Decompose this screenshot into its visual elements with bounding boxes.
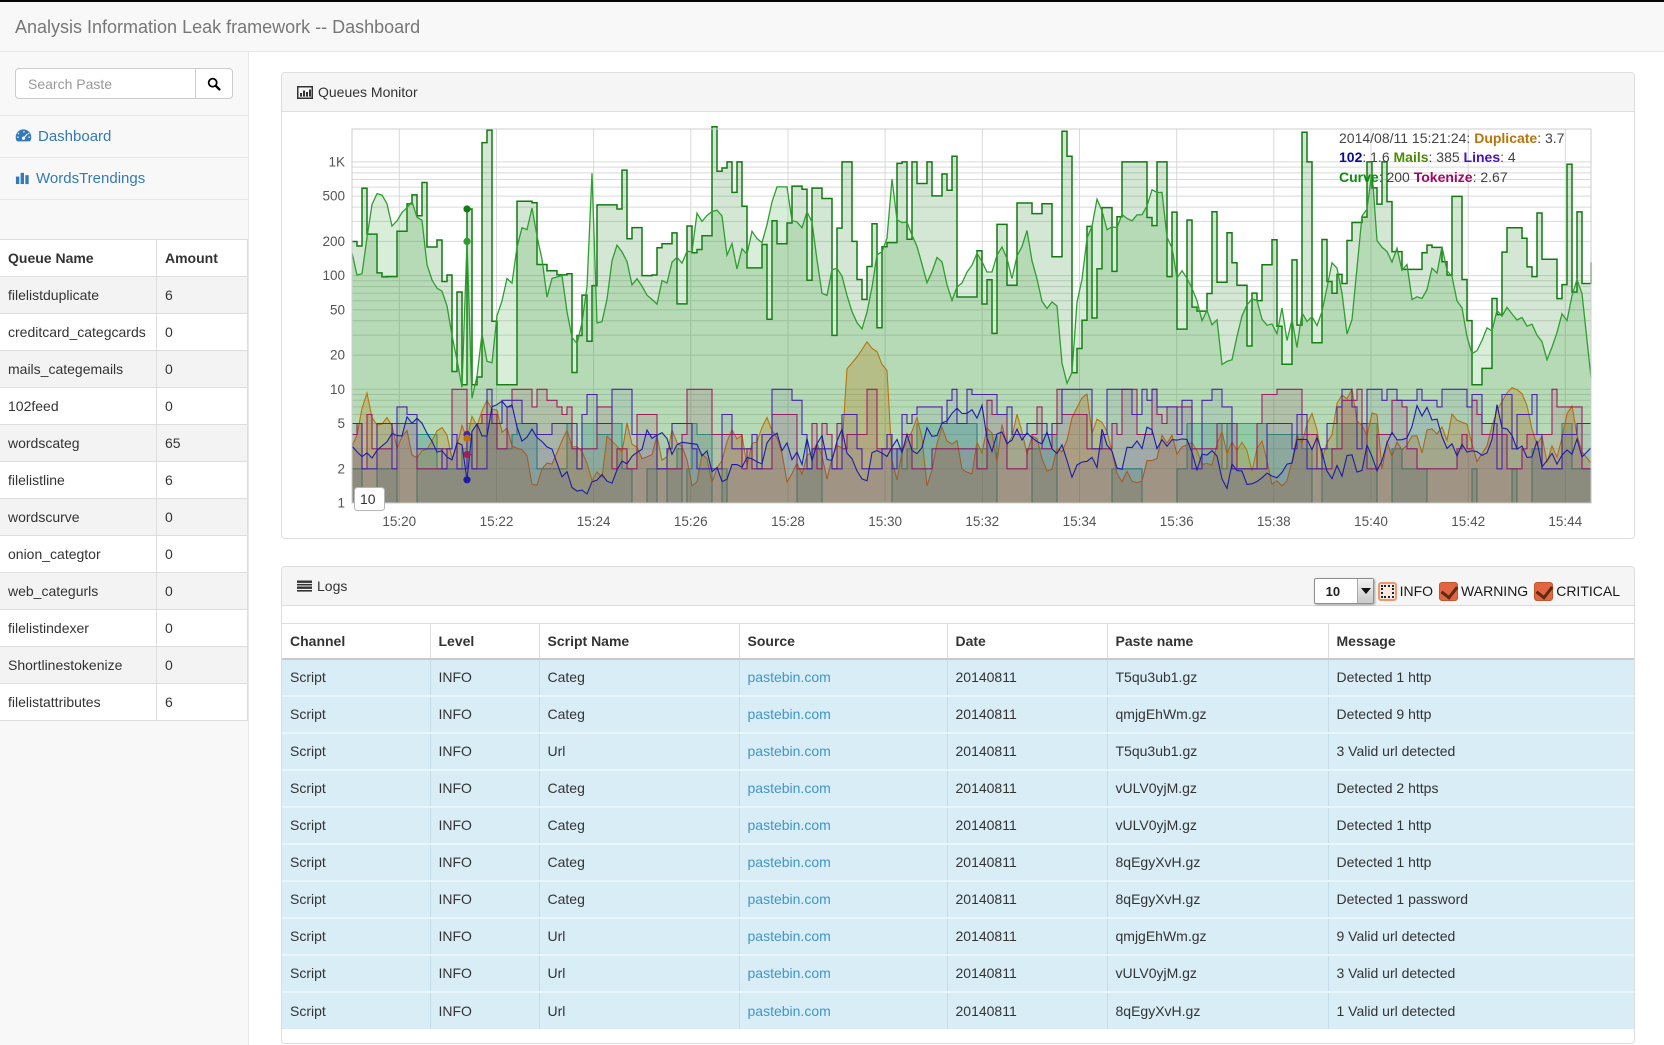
svg-text:1K: 1K (328, 154, 345, 169)
svg-text:15:40: 15:40 (1354, 514, 1388, 529)
svg-text:15:24: 15:24 (577, 514, 611, 529)
svg-text:15:42: 15:42 (1451, 514, 1485, 529)
svg-text:15:28: 15:28 (771, 514, 805, 529)
svg-text:200: 200 (322, 234, 345, 249)
svg-text:20: 20 (330, 348, 345, 363)
svg-text:5: 5 (337, 416, 345, 431)
svg-text:15:20: 15:20 (382, 514, 416, 529)
svg-text:15:26: 15:26 (674, 514, 708, 529)
svg-text:15:36: 15:36 (1160, 514, 1194, 529)
svg-text:50: 50 (330, 302, 345, 317)
svg-text:15:30: 15:30 (868, 514, 902, 529)
svg-text:10: 10 (360, 491, 376, 507)
svg-text:15:22: 15:22 (480, 514, 514, 529)
svg-text:500: 500 (322, 189, 345, 204)
svg-text:2: 2 (337, 461, 345, 476)
svg-text:1: 1 (337, 496, 345, 511)
svg-text:10: 10 (330, 382, 345, 397)
svg-text:15:38: 15:38 (1257, 514, 1291, 529)
svg-text:100: 100 (322, 268, 345, 283)
svg-text:15:44: 15:44 (1548, 514, 1582, 529)
svg-text:15:32: 15:32 (965, 514, 999, 529)
svg-text:15:34: 15:34 (1063, 514, 1097, 529)
